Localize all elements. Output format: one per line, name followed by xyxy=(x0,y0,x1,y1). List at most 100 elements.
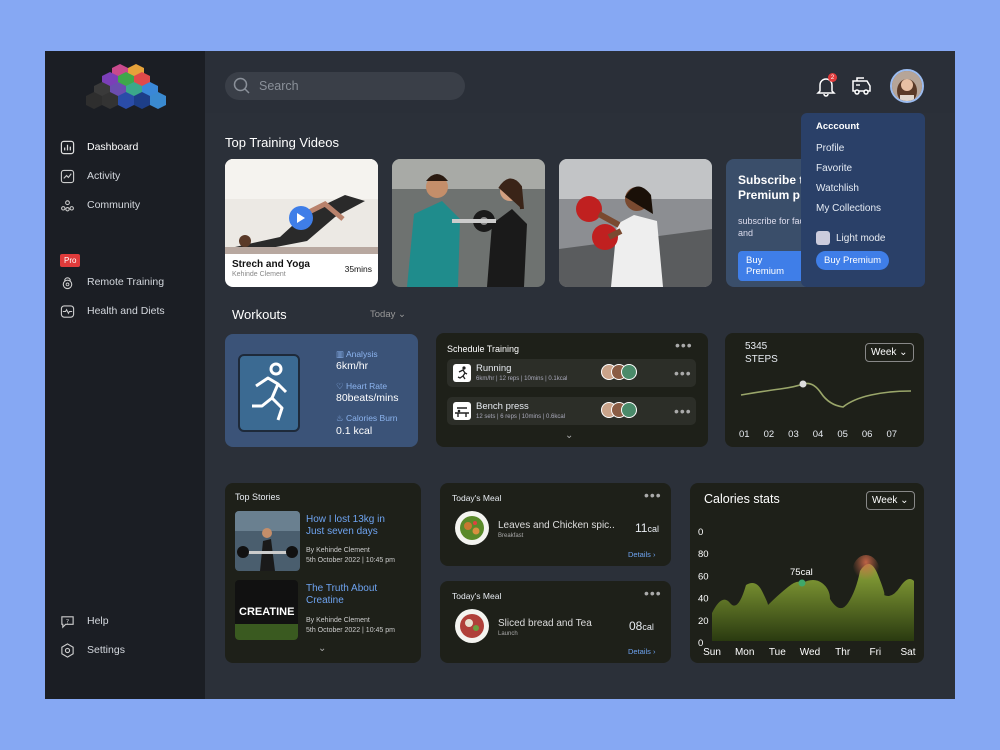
search-icon xyxy=(233,77,250,94)
analysis-label: ▥ Analysis xyxy=(336,349,378,360)
sidebar-item-remote-training[interactable]: Remote Training xyxy=(60,273,164,291)
details-label: Details xyxy=(628,647,651,656)
steps-highlight-point xyxy=(799,380,807,388)
steps-period-label: Week xyxy=(871,347,897,358)
y-tick-label: 20 xyxy=(698,616,709,627)
story-date: 5th October 2022 | 10:45 pm xyxy=(306,557,395,564)
subscribe-premium-card[interactable]: Subscribe to Premium p subscribe for fac… xyxy=(726,159,806,287)
sidebar-item-label: Community xyxy=(87,199,141,211)
heart-icon: ♡ xyxy=(336,381,344,391)
meal-calories-unit: cal xyxy=(642,622,654,632)
day-label: 07 xyxy=(886,429,898,440)
video-card-boxing[interactable] xyxy=(559,159,712,287)
menu-item-profile[interactable]: Profile xyxy=(816,143,925,163)
sidebar-item-label: Activity xyxy=(87,170,121,182)
light-mode-toggle[interactable]: Light mode xyxy=(816,231,925,245)
more-options-icon[interactable]: ••• xyxy=(675,338,693,352)
story-image[interactable] xyxy=(235,511,300,571)
steps-line-chart xyxy=(740,380,912,408)
account-menu-title: Acccount xyxy=(816,121,860,132)
x-tick-label: Thr xyxy=(835,647,851,658)
analysis-value: 6km/hr xyxy=(336,360,369,372)
heart-rate-label-text: Heart Rate xyxy=(346,381,388,391)
chevron-down-icon: ⌄ xyxy=(899,347,908,358)
schedule-item-bench-press[interactable]: Bench press 12 sets | 6 reps | 10mins | … xyxy=(447,397,696,425)
meal-card-breakfast: Today's Meal ••• Leaves and Chicken spic… xyxy=(440,483,671,566)
steps-value: 5345 xyxy=(745,341,768,352)
meal-calories-value: 08 xyxy=(629,619,643,633)
calories-area-chart: 75cal 0806040200 Sun Mon Tue Wed Thr Fri Sat xyxy=(698,527,916,658)
story-title[interactable]: The Truth About Creatine xyxy=(306,583,401,607)
steps-day-labels: 01 02 03 04 05 06 07 xyxy=(739,429,897,440)
sidebar-item-health-and-diets[interactable]: Health and Diets xyxy=(60,302,165,320)
sidebar-item-help[interactable]: ? Help xyxy=(60,612,109,630)
workouts-filter[interactable]: Today ⌄ xyxy=(370,309,406,320)
meal-calories-unit: cal xyxy=(647,524,659,534)
analysis-label-text: Analysis xyxy=(345,349,378,359)
top-stories-title: Top Stories xyxy=(235,492,281,502)
gear-icon xyxy=(61,642,74,658)
steps-period-select[interactable]: Week ⌄ xyxy=(865,343,914,362)
sidebar-item-dashboard[interactable]: Dashboard xyxy=(60,138,138,156)
y-tick-label: 40 xyxy=(698,594,709,605)
meal-card-title: Today's Meal xyxy=(452,591,502,601)
dashboard-icon xyxy=(60,140,75,154)
schedule-title: Schedule Training xyxy=(447,344,520,354)
buy-premium-button[interactable]: Buy Premium xyxy=(816,251,890,270)
video-duration: 35mins xyxy=(344,264,372,274)
menu-item-watchlist[interactable]: Watchlish xyxy=(816,183,925,203)
cart-icon xyxy=(852,77,871,95)
meal-type: Launch xyxy=(498,631,518,637)
sidebar-item-settings[interactable]: Settings xyxy=(60,641,125,659)
sidebar-item-activity[interactable]: Activity xyxy=(60,167,120,185)
top-stories-card: Top Stories How I lost 13kg in Just seve… xyxy=(225,483,421,663)
menu-item-favorite[interactable]: Favorite xyxy=(816,163,925,183)
cart-button[interactable] xyxy=(849,73,875,99)
play-button[interactable] xyxy=(289,206,313,230)
help-icon: ? xyxy=(61,615,74,628)
meal-calories: 11cal xyxy=(635,521,659,535)
subscribe-buy-button[interactable]: Buy Premium xyxy=(738,251,806,281)
x-axis-labels: Sun Mon Tue Wed Thr Fri Sat xyxy=(703,647,916,658)
notification-button[interactable]: 2 xyxy=(813,73,839,99)
search-bar[interactable] xyxy=(225,72,465,100)
runner-icon xyxy=(238,354,300,432)
profile-photo xyxy=(892,71,922,101)
story-image[interactable]: CREATINE xyxy=(235,580,298,640)
video-title: Strech and Yoga xyxy=(232,259,310,270)
calories-burn-value: 0.1 kcal xyxy=(336,425,373,437)
chevron-down-icon[interactable]: ⌄ xyxy=(318,643,326,654)
x-tick-label: Mon xyxy=(735,647,754,658)
sidebar-item-label: Settings xyxy=(87,644,125,656)
more-options-icon[interactable]: ••• xyxy=(644,488,662,502)
more-options-icon[interactable]: ••• xyxy=(674,366,692,380)
meal-calories: 08cal xyxy=(629,619,654,633)
more-options-icon[interactable]: ••• xyxy=(674,404,692,418)
community-icon xyxy=(61,199,74,211)
meal-name: Sliced bread and Tea xyxy=(498,618,592,629)
search-input[interactable] xyxy=(259,79,439,93)
details-label: Details xyxy=(628,550,651,559)
meal-details-link[interactable]: Details › xyxy=(628,550,656,559)
chevron-down-icon[interactable]: ⌄ xyxy=(565,430,573,441)
sidebar-item-community[interactable]: Community xyxy=(60,196,140,214)
schedule-item-meta: 12 sets | 6 reps | 10mins | 0.6kcal xyxy=(476,414,566,420)
avatar[interactable] xyxy=(890,69,924,103)
video-card-bench[interactable] xyxy=(392,159,545,287)
sidebar-item-label: Dashboard xyxy=(87,141,139,153)
meal-details-link[interactable]: Details › xyxy=(628,647,656,656)
more-options-icon[interactable]: ••• xyxy=(644,586,662,600)
sidebar-item-label: Help xyxy=(87,615,109,627)
story-title[interactable]: How I lost 13kg in Just seven days xyxy=(306,514,401,538)
schedule-item-running[interactable]: Running 6km/hr | 12 reps | 10mins | 0.1k… xyxy=(447,359,696,387)
workouts-title: Workouts xyxy=(232,307,287,322)
sidebar: Dashboard Activity Community Pro Remote … xyxy=(45,51,205,699)
video-card-yoga[interactable]: Strech and Yoga Kehinde Clement 35mins xyxy=(225,159,378,287)
menu-item-collections[interactable]: My Collections xyxy=(816,203,925,223)
x-tick-label: Sun xyxy=(703,647,721,658)
x-tick-label: Tue xyxy=(769,647,786,658)
heart-rate-value: 80beats/mins xyxy=(336,392,399,404)
y-tick-label: 0 xyxy=(698,527,703,538)
schedule-item-meta: 6km/hr | 12 reps | 10mins | 0.1kcal xyxy=(476,376,568,382)
meal-calories-value: 11 xyxy=(635,521,648,535)
